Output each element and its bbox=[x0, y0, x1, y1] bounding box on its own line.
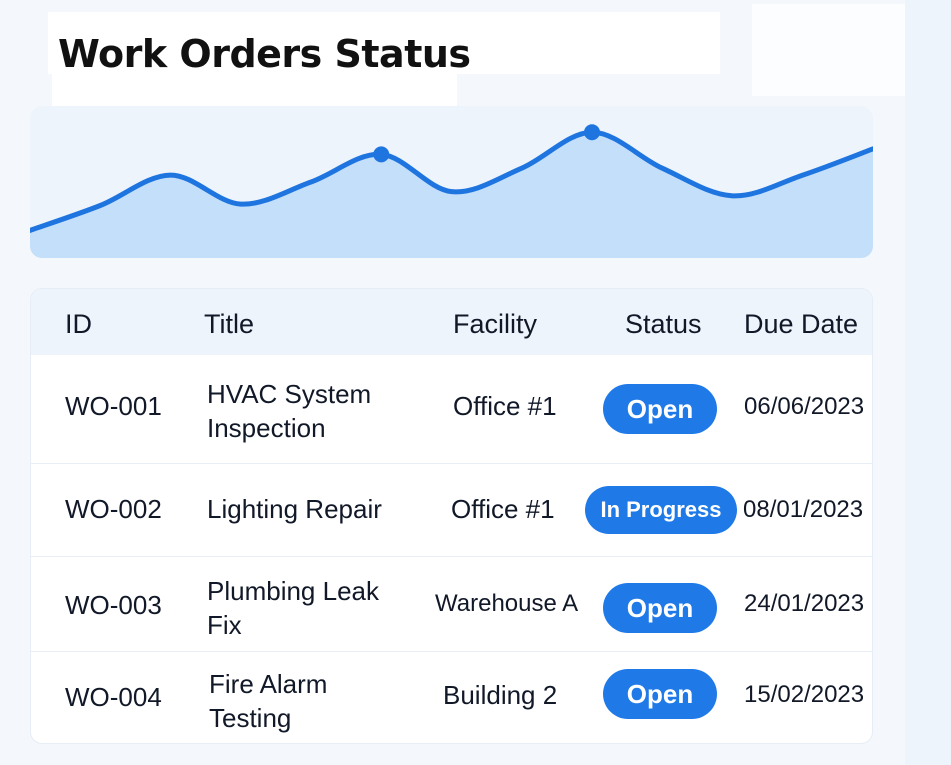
order-due-date: 06/06/2023 bbox=[744, 393, 865, 420]
table-header: ID Title Facility Status Due Date bbox=[31, 289, 872, 355]
order-id: WO-003 bbox=[65, 590, 162, 620]
table-row[interactable]: WO-001 HVAC System Inspection Office #1 … bbox=[31, 355, 872, 464]
order-id: WO-001 bbox=[65, 391, 162, 421]
work-orders-table: ID Title Facility Status Due Date WO-001… bbox=[30, 288, 873, 744]
table-row[interactable]: WO-004 Fire Alarm Testing Building 2 Ope… bbox=[31, 652, 872, 743]
table-row[interactable]: WO-003 Plumbing Leak Fix Warehouse A Ope… bbox=[31, 557, 872, 652]
trend-chart bbox=[30, 106, 873, 258]
status-badge: Open bbox=[603, 669, 717, 719]
order-title: Plumbing Leak Fix bbox=[207, 576, 379, 640]
order-due-date: 15/02/2023 bbox=[744, 681, 865, 708]
top-right-panel bbox=[752, 4, 905, 96]
page-title: Work Orders Status bbox=[58, 32, 471, 76]
order-facility: Office #1 bbox=[453, 391, 557, 421]
trend-chart-svg bbox=[30, 124, 873, 258]
order-facility: Building 2 bbox=[443, 680, 558, 710]
column-header-facility[interactable]: Facility bbox=[453, 309, 537, 340]
order-title: Fire Alarm Testing bbox=[209, 669, 328, 733]
chart-point bbox=[373, 146, 390, 163]
column-header-status[interactable]: Status bbox=[625, 309, 702, 340]
column-header-id[interactable]: ID bbox=[65, 309, 92, 340]
order-id: WO-004 bbox=[65, 682, 162, 712]
order-facility: Warehouse A bbox=[435, 590, 579, 617]
table-row[interactable]: WO-002 Lighting Repair Office #1 In Prog… bbox=[31, 464, 872, 557]
order-title: HVAC System Inspection bbox=[207, 379, 372, 443]
column-header-due-date[interactable]: Due Date bbox=[744, 309, 858, 340]
status-badge: In Progress bbox=[585, 486, 737, 534]
right-panel-background bbox=[905, 0, 951, 765]
column-header-title[interactable]: Title bbox=[204, 309, 254, 340]
chart-point bbox=[584, 124, 600, 141]
order-title: Lighting Repair bbox=[207, 494, 382, 524]
status-badge: Open bbox=[603, 583, 717, 633]
order-facility: Office #1 bbox=[451, 494, 555, 524]
order-due-date: 24/01/2023 bbox=[744, 590, 865, 617]
order-due-date: 08/01/2023 bbox=[743, 496, 864, 523]
order-id: WO-002 bbox=[65, 494, 162, 524]
status-badge: Open bbox=[603, 384, 717, 434]
